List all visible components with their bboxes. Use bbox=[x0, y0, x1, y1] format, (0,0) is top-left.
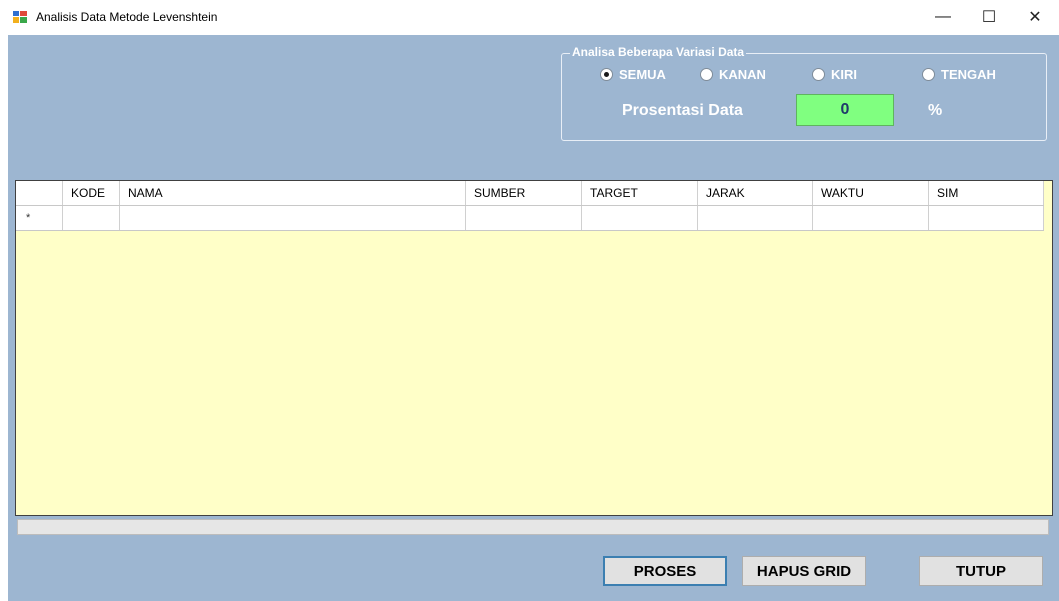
radio-tengah[interactable]: TENGAH bbox=[922, 67, 996, 82]
radio-indicator[interactable] bbox=[700, 68, 713, 81]
radio-label: KANAN bbox=[719, 67, 766, 82]
radio-kanan[interactable]: KANAN bbox=[700, 67, 766, 82]
row-header-corner[interactable] bbox=[16, 181, 63, 205]
percentage-value: 0 bbox=[796, 94, 894, 126]
data-grid[interactable]: KODE NAMA SUMBER TARGET JARAK WAKTU SIM … bbox=[15, 180, 1053, 516]
app-icon bbox=[13, 11, 27, 23]
percentage-unit: % bbox=[928, 102, 943, 119]
radio-semua[interactable]: SEMUA bbox=[600, 67, 666, 82]
column-header-sim[interactable]: SIM bbox=[929, 181, 1044, 205]
grid-cell[interactable] bbox=[698, 206, 813, 230]
grid-cell[interactable] bbox=[929, 206, 1044, 230]
grid-cell[interactable] bbox=[466, 206, 582, 230]
progress-bar bbox=[17, 519, 1049, 535]
main-form: Analisa Beberapa Variasi Data SEMUA KANA… bbox=[8, 35, 1059, 601]
radio-indicator[interactable] bbox=[812, 68, 825, 81]
proses-button[interactable]: PROSES bbox=[603, 556, 727, 586]
hapus-grid-button[interactable]: HAPUS GRID bbox=[742, 556, 866, 586]
column-header-sumber[interactable]: SUMBER bbox=[466, 181, 582, 205]
close-button[interactable]: ✕ bbox=[1012, 0, 1058, 34]
column-header-kode[interactable]: KODE bbox=[63, 181, 120, 205]
radio-indicator[interactable] bbox=[922, 68, 935, 81]
grid-cell[interactable] bbox=[63, 206, 120, 230]
percentage-label: Prosentasi Data bbox=[622, 102, 743, 119]
tutup-button[interactable]: TUTUP bbox=[919, 556, 1043, 586]
radio-label: SEMUA bbox=[619, 67, 666, 82]
radio-kiri[interactable]: KIRI bbox=[812, 67, 857, 82]
grid-header: KODE NAMA SUMBER TARGET JARAK WAKTU SIM bbox=[16, 181, 1044, 206]
column-header-nama[interactable]: NAMA bbox=[120, 181, 466, 205]
column-header-target[interactable]: TARGET bbox=[582, 181, 698, 205]
title-bar: Analisis Data Metode Levenshtein — ☐ ✕ bbox=[0, 0, 1059, 34]
variation-groupbox: Analisa Beberapa Variasi Data SEMUA KANA… bbox=[561, 45, 1047, 141]
maximize-button[interactable]: ☐ bbox=[966, 0, 1012, 34]
grid-cell[interactable] bbox=[813, 206, 929, 230]
radio-label: KIRI bbox=[831, 67, 857, 82]
new-row-marker[interactable]: * bbox=[16, 206, 63, 230]
radio-indicator[interactable] bbox=[600, 68, 613, 81]
new-row[interactable]: * bbox=[16, 206, 1044, 231]
minimize-button[interactable]: — bbox=[920, 0, 966, 34]
grid-cell[interactable] bbox=[120, 206, 466, 230]
radio-label: TENGAH bbox=[941, 67, 996, 82]
column-header-jarak[interactable]: JARAK bbox=[698, 181, 813, 205]
grid-cell[interactable] bbox=[582, 206, 698, 230]
groupbox-label: Analisa Beberapa Variasi Data bbox=[570, 45, 747, 59]
window-title: Analisis Data Metode Levenshtein bbox=[36, 10, 218, 24]
column-header-waktu[interactable]: WAKTU bbox=[813, 181, 929, 205]
